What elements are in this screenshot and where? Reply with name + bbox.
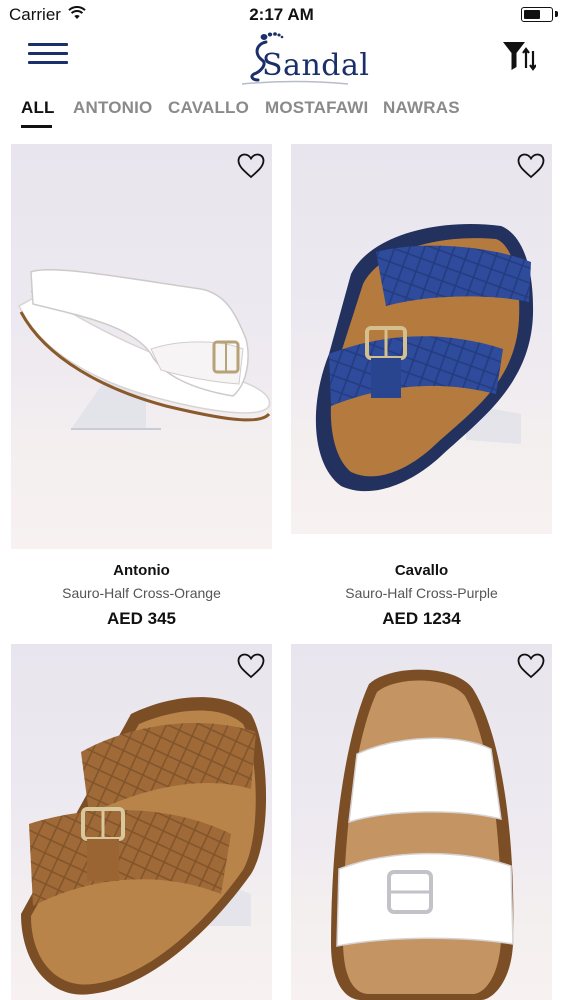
tan-sandal-illustration: [21, 697, 267, 995]
tab-nawras[interactable]: NAWRAS: [383, 98, 460, 118]
product-price: AED 345: [107, 609, 176, 628]
filter-sort-button[interactable]: [502, 39, 537, 73]
product-image[interactable]: [291, 644, 552, 1000]
logo-swoosh: [241, 80, 349, 85]
brand-tabs: ALL ANTONIO CAVALLO MOSTAFAWI NAWRAS: [0, 90, 563, 130]
tab-all[interactable]: ALL: [21, 98, 55, 118]
tab-cavallo[interactable]: CAVALLO: [168, 98, 249, 118]
product-brand: Antonio: [113, 562, 170, 579]
product-price: AED 1234: [382, 609, 461, 628]
product-name: Sauro-Half Cross-Orange: [62, 585, 221, 601]
white-sandal-front-illustration: [331, 669, 514, 1000]
battery-icon: [521, 7, 553, 22]
favorite-heart-icon[interactable]: [237, 153, 265, 179]
status-bar: Carrier 2:17 AM: [0, 0, 563, 30]
product-name: Sauro-Half Cross-Purple: [345, 585, 498, 601]
product-card[interactable]: [291, 644, 552, 1000]
favorite-heart-icon[interactable]: [517, 653, 545, 679]
product-image[interactable]: [11, 144, 272, 549]
navy-sandal-illustration: [315, 224, 534, 492]
product-card[interactable]: Cavallo Sauro-Half Cross-Purple AED 1234: [291, 144, 552, 634]
product-brand: Cavallo: [394, 562, 449, 579]
active-tab-indicator: [21, 125, 52, 128]
tab-antonio[interactable]: ANTONIO: [73, 98, 152, 118]
product-card[interactable]: [11, 644, 272, 1000]
favorite-heart-icon[interactable]: [517, 153, 545, 179]
hamburger-menu-button[interactable]: [28, 43, 68, 67]
battery-tip: [555, 11, 558, 17]
white-sandal-illustration: [18, 269, 271, 430]
filter-sort-icon: [503, 42, 537, 71]
app-header: Sandal: [0, 30, 563, 90]
product-image[interactable]: [291, 144, 552, 534]
sandal-logo: Sandal: [240, 30, 369, 86]
favorite-heart-icon[interactable]: [237, 653, 265, 679]
status-time: 2:17 AM: [249, 5, 314, 24]
tab-mostafawi[interactable]: MOSTAFAWI: [265, 98, 368, 118]
product-image[interactable]: [11, 644, 272, 1000]
product-card[interactable]: Antonio Sauro-Half Cross-Orange AED 345: [11, 144, 272, 634]
